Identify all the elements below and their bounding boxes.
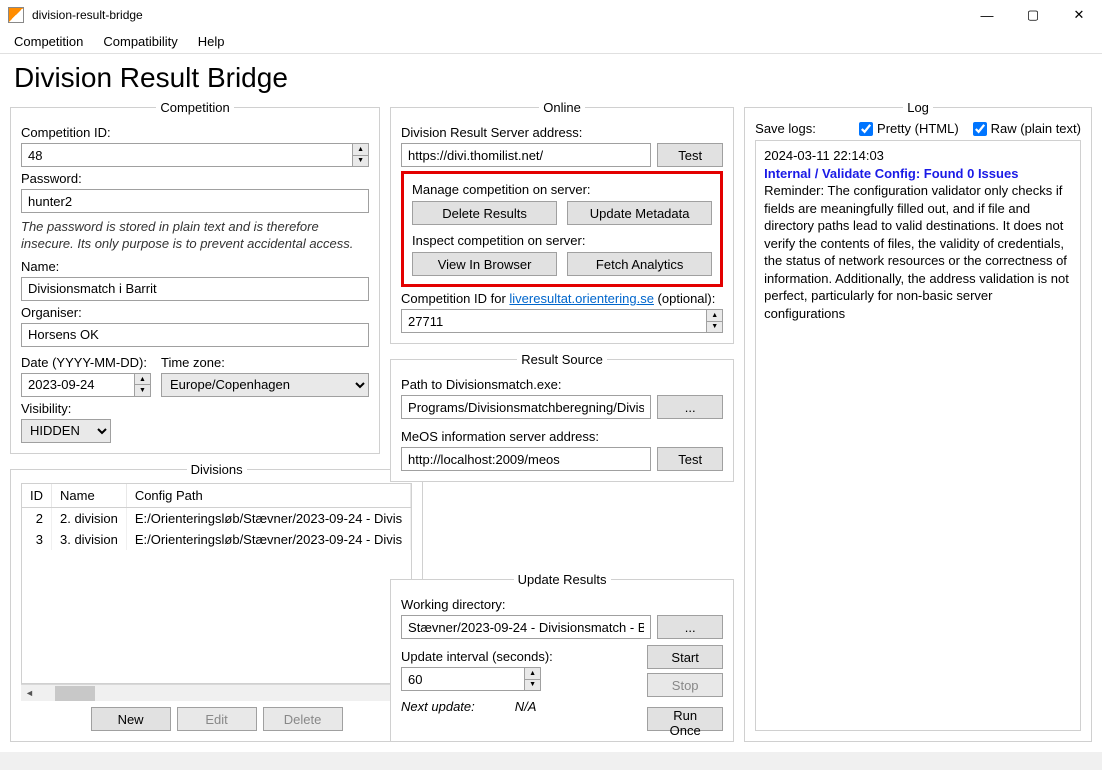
log-group: Log Save logs: Pretty (HTML) Raw (plain … — [744, 100, 1092, 742]
menu-compatibility[interactable]: Compatibility — [93, 32, 187, 51]
liveresultat-link[interactable]: liveresultat.orientering.se — [509, 291, 654, 306]
online-group: Online Division Result Server address: T… — [390, 100, 734, 344]
table-row[interactable]: 2 2. division E:/Orienteringsløb/Stævner… — [22, 507, 411, 529]
wd-label: Working directory: — [401, 597, 723, 612]
page-title: Division Result Bridge — [0, 54, 1102, 100]
app-icon — [8, 7, 24, 23]
date-input[interactable] — [21, 373, 151, 397]
wd-browse-button[interactable]: ... — [657, 615, 723, 639]
visibility-label: Visibility: — [21, 401, 369, 416]
divisions-group: Divisions ID Name Config Path 2 2. divis… — [10, 462, 423, 742]
password-note: The password is stored in plain text and… — [21, 219, 369, 253]
liveresultat-id-input[interactable] — [401, 309, 723, 333]
view-browser-button[interactable]: View In Browser — [412, 252, 557, 276]
divisions-table-wrap[interactable]: ID Name Config Path 2 2. division E:/Ori… — [21, 483, 412, 684]
name-input[interactable] — [21, 277, 369, 301]
wd-input[interactable] — [401, 615, 651, 639]
interval-input[interactable] — [401, 667, 541, 691]
competition-group: Competition Competition ID: ▲▼ Password:… — [10, 100, 380, 454]
fetch-analytics-button[interactable]: Fetch Analytics — [567, 252, 712, 276]
meos-input[interactable] — [401, 447, 651, 471]
minimize-button[interactable]: — — [964, 0, 1010, 30]
log-timestamp: 2024-03-11 22:14:03 — [764, 147, 1072, 165]
visibility-select[interactable]: HIDDEN — [21, 419, 111, 443]
exe-path-label: Path to Divisionsmatch.exe: — [401, 377, 723, 392]
date-label: Date (YYYY-MM-DD): — [21, 355, 151, 370]
inspect-label: Inspect competition on server: — [412, 233, 712, 248]
pretty-checkbox[interactable]: Pretty (HTML) — [859, 121, 959, 136]
liveresultat-spinner[interactable]: ▲▼ — [706, 310, 722, 332]
date-spinner[interactable]: ▲▼ — [134, 374, 150, 396]
update-results-legend: Update Results — [514, 572, 611, 587]
next-update-label: Next update: — [401, 699, 475, 714]
online-legend: Online — [539, 100, 585, 115]
next-update-value: N/A — [515, 699, 537, 714]
edit-button[interactable]: Edit — [177, 707, 257, 731]
password-input[interactable] — [21, 189, 369, 213]
start-button[interactable]: Start — [647, 645, 723, 669]
titlebar: division-result-bridge — ▢ ✕ — [0, 0, 1102, 30]
interval-spinner[interactable]: ▲▼ — [524, 668, 540, 690]
log-status: Internal / Validate Config: Found 0 Issu… — [764, 165, 1072, 183]
raw-checkbox-input[interactable] — [973, 122, 987, 136]
menu-help[interactable]: Help — [188, 32, 235, 51]
manage-label: Manage competition on server: — [412, 182, 712, 197]
liveresultat-label: Competition ID for liveresultat.orienter… — [401, 291, 723, 306]
new-button[interactable]: New — [91, 707, 171, 731]
delete-results-button[interactable]: Delete Results — [412, 201, 557, 225]
stop-button[interactable]: Stop — [647, 673, 723, 697]
update-metadata-button[interactable]: Update Metadata — [567, 201, 712, 225]
delete-button[interactable]: Delete — [263, 707, 343, 731]
log-output[interactable]: 2024-03-11 22:14:03 Internal / Validate … — [755, 140, 1081, 731]
meos-label: MeOS information server address: — [401, 429, 723, 444]
divisions-table: ID Name Config Path 2 2. division E:/Ori… — [22, 484, 411, 550]
save-logs-label: Save logs: — [755, 121, 845, 136]
result-source-legend: Result Source — [517, 352, 607, 367]
maximize-button[interactable]: ▢ — [1010, 0, 1056, 30]
menu-competition[interactable]: Competition — [4, 32, 93, 51]
col-name[interactable]: Name — [52, 484, 127, 508]
server-test-button[interactable]: Test — [657, 143, 723, 167]
divisions-hscrollbar[interactable]: ◄► — [21, 684, 412, 701]
server-input[interactable] — [401, 143, 651, 167]
divisions-legend: Divisions — [187, 462, 247, 477]
competition-id-input[interactable] — [21, 143, 369, 167]
log-legend: Log — [903, 100, 933, 115]
pretty-checkbox-input[interactable] — [859, 122, 873, 136]
exe-browse-button[interactable]: ... — [657, 395, 723, 419]
table-row[interactable]: 3 3. division E:/Orienteringsløb/Stævner… — [22, 529, 411, 550]
meos-test-button[interactable]: Test — [657, 447, 723, 471]
col-path[interactable]: Config Path — [126, 484, 410, 508]
exe-path-input[interactable] — [401, 395, 651, 419]
tz-select[interactable]: Europe/Copenhagen — [161, 373, 369, 397]
run-once-button[interactable]: Run Once — [647, 707, 723, 731]
name-label: Name: — [21, 259, 369, 274]
menubar: Competition Compatibility Help — [0, 30, 1102, 54]
organiser-input[interactable] — [21, 323, 369, 347]
tz-label: Time zone: — [161, 355, 369, 370]
col-id[interactable]: ID — [22, 484, 52, 508]
log-body: Reminder: The configuration validator on… — [764, 182, 1072, 322]
raw-checkbox[interactable]: Raw (plain text) — [973, 121, 1081, 136]
result-source-group: Result Source Path to Divisionsmatch.exe… — [390, 352, 734, 482]
window-title: division-result-bridge — [32, 8, 964, 22]
server-actions-highlight: Manage competition on server: Delete Res… — [401, 171, 723, 287]
competition-id-spinner[interactable]: ▲▼ — [352, 144, 368, 166]
close-button[interactable]: ✕ — [1056, 0, 1102, 30]
organiser-label: Organiser: — [21, 305, 369, 320]
password-label: Password: — [21, 171, 369, 186]
update-results-group: Update Results Working directory: ... Up… — [390, 572, 734, 742]
server-label: Division Result Server address: — [401, 125, 723, 140]
competition-legend: Competition — [156, 100, 233, 115]
competition-id-label: Competition ID: — [21, 125, 369, 140]
interval-label: Update interval (seconds): — [401, 649, 637, 664]
